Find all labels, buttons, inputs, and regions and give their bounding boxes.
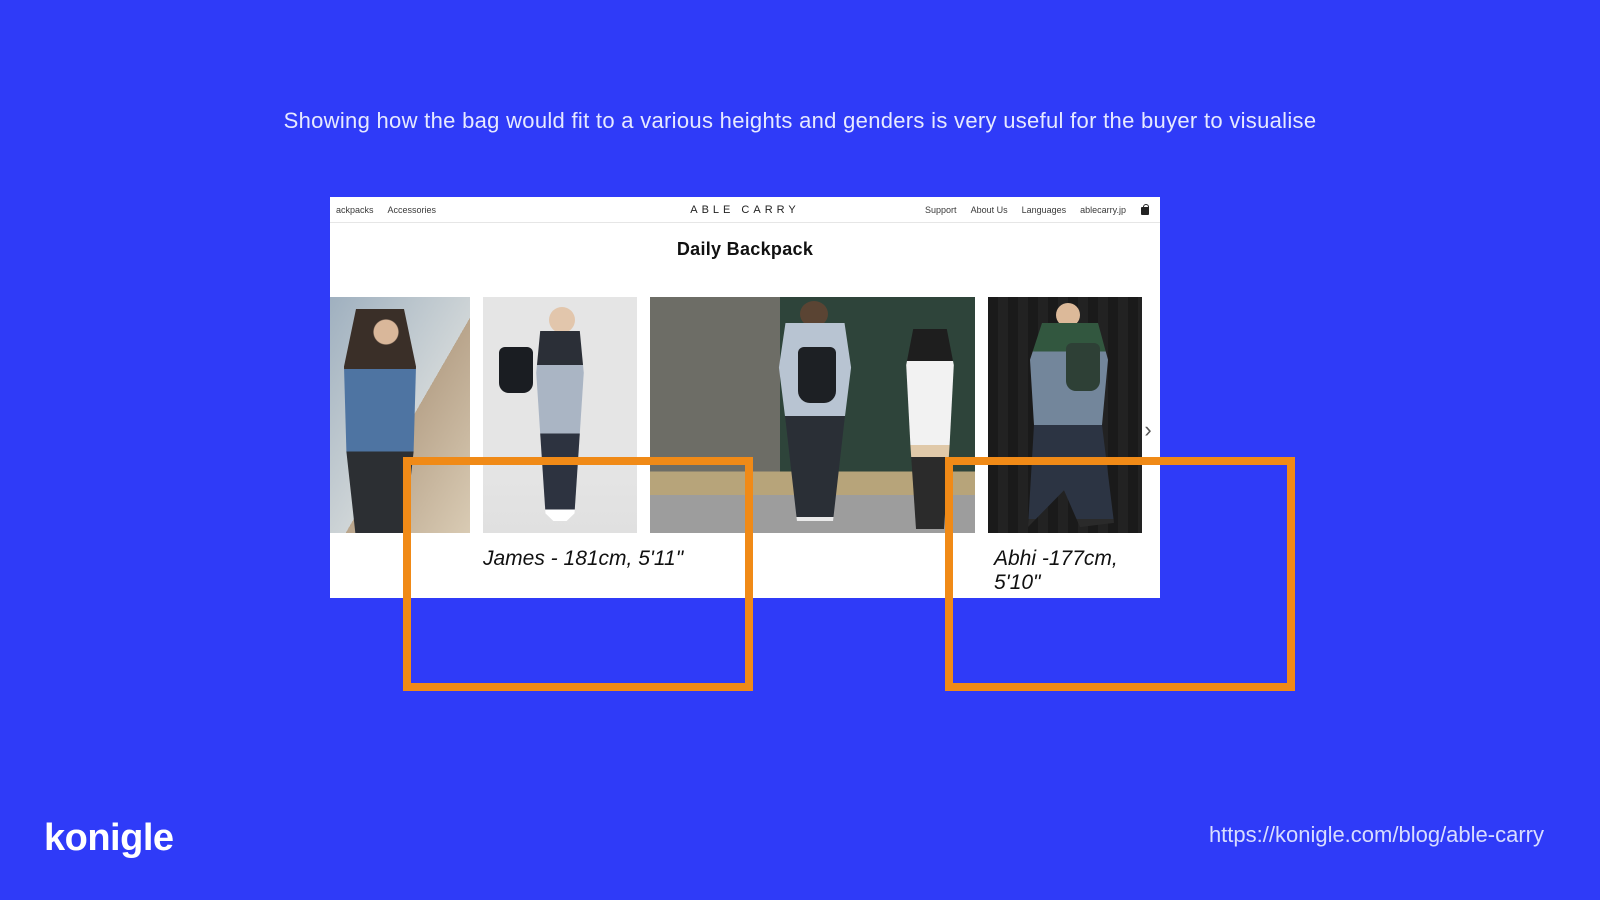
caption-abhi: Abhi -177cm, 5'10" xyxy=(994,547,1160,595)
carousel-next-button[interactable]: › xyxy=(1140,415,1156,445)
nav-link-languages[interactable]: Languages xyxy=(1022,205,1067,215)
model-gallery xyxy=(330,297,1160,533)
gallery-image[interactable] xyxy=(330,297,470,533)
product-title: Daily Backpack xyxy=(330,239,1160,260)
slide-headline: Showing how the bag would fit to a vario… xyxy=(0,108,1600,134)
gallery-image[interactable] xyxy=(650,297,975,533)
nav-link-support[interactable]: Support xyxy=(925,205,957,215)
site-header: ackpacks Accessories ABLE CARRY Support … xyxy=(330,197,1160,223)
gallery-image[interactable] xyxy=(483,297,637,533)
gallery-image[interactable] xyxy=(988,297,1142,533)
chevron-right-icon: › xyxy=(1144,417,1151,443)
caption-strip: James - 181cm, 5'11" Abhi -177cm, 5'10" xyxy=(330,533,1160,598)
konigle-logo: konigle xyxy=(44,817,174,860)
embedded-screenshot: ackpacks Accessories ABLE CARRY Support … xyxy=(330,197,1160,598)
nav-link-about[interactable]: About Us xyxy=(971,205,1008,215)
nav-link-jp[interactable]: ablecarry.jp xyxy=(1080,205,1126,215)
source-url: https://konigle.com/blog/able-carry xyxy=(1209,822,1544,848)
caption-james: James - 181cm, 5'11" xyxy=(483,547,683,571)
nav-right: Support About Us Languages ablecarry.jp xyxy=(925,197,1150,223)
cart-icon[interactable] xyxy=(1140,205,1150,215)
